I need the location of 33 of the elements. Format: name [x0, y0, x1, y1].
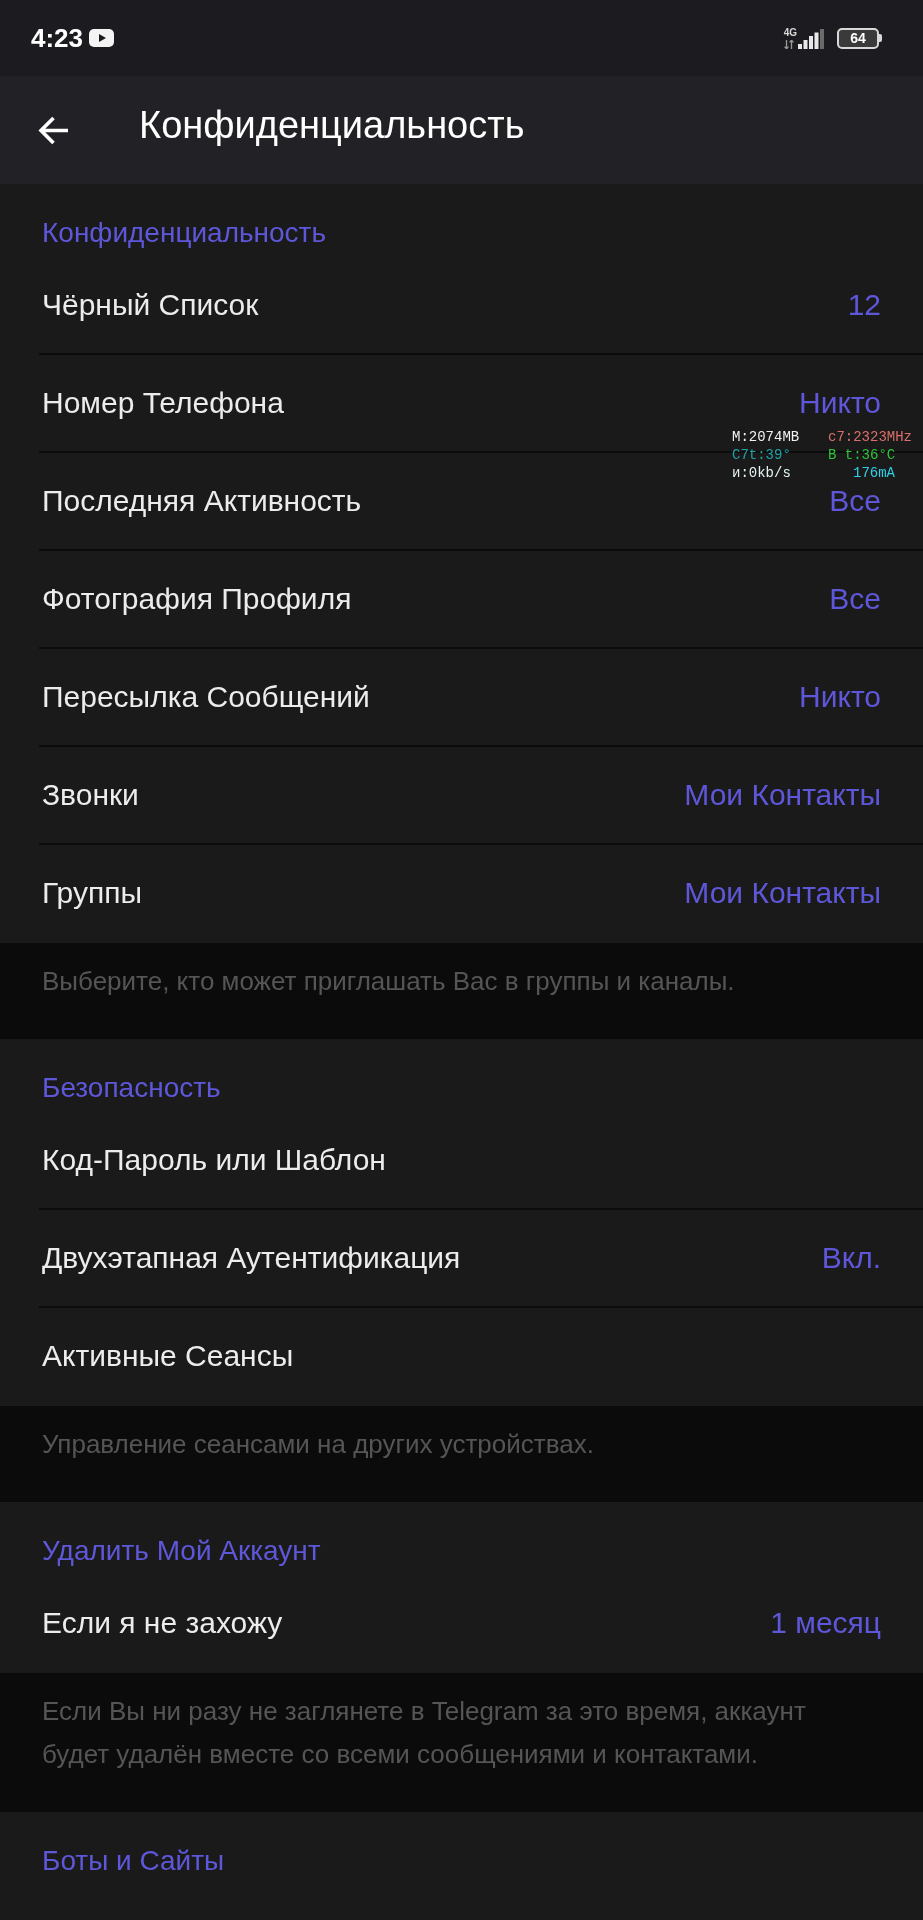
network-type: 4G [783, 27, 797, 38]
overlay-stat: M:2074MB [732, 428, 801, 446]
setting-label[interactable]: Код-Пароль или Шаблон [42, 1142, 386, 1178]
data-arrows-icon [783, 39, 794, 49]
section-footnote: Управление сеансами на других устройствах. [42, 1428, 595, 1461]
setting-label[interactable]: Последняя Активность [42, 483, 362, 519]
battery-indicator: 64 [837, 27, 882, 49]
setting-label[interactable]: Активные Сеансы [42, 1338, 294, 1374]
signal-icon [798, 28, 825, 49]
setting-label[interactable]: Чёрный Список [42, 287, 259, 323]
section-header: Конфиденциальность [42, 219, 327, 247]
section-header: Удалить Мой Аккаунт [42, 1537, 321, 1565]
status-time: 4:23 [31, 25, 84, 51]
setting-label[interactable]: Двухэтапная Аутентификация [42, 1240, 461, 1276]
overlay-stat: 176mA [853, 464, 896, 482]
setting-label[interactable]: Звонки [42, 777, 139, 813]
section-footnote: Выберите, кто может приглашать Вас в группы и каналы. [42, 965, 736, 998]
overlay-stat: и:0kb/s [732, 464, 792, 482]
setting-label[interactable]: Если я не захожу [42, 1605, 283, 1641]
video-play-icon [89, 29, 115, 47]
setting-label[interactable]: Пересылка Сообщений [42, 679, 370, 715]
setting-label[interactable]: Группы [42, 875, 142, 911]
setting-label[interactable]: Номер Телефона [42, 385, 284, 421]
setting-label[interactable]: Фотография Профиля [42, 581, 352, 617]
screen-title: Конфиденциальность [139, 103, 525, 147]
overlay-stat: C7t:39° [732, 446, 792, 464]
arrow-left-icon [38, 115, 69, 145]
overlay-stat: B t:36°C [828, 446, 897, 464]
section-header: Безопасность [42, 1074, 221, 1102]
back-button[interactable] [38, 115, 69, 145]
section-header: Боты и Сайты [42, 1847, 225, 1875]
section-footnote: Если Вы ни разу не заглянете в Telegram за это время, аккаунт будет удалён вместе со всеми сообщениями и контактами. [42, 1695, 807, 1771]
overlay-stat: c7:2323MHz [828, 428, 912, 446]
